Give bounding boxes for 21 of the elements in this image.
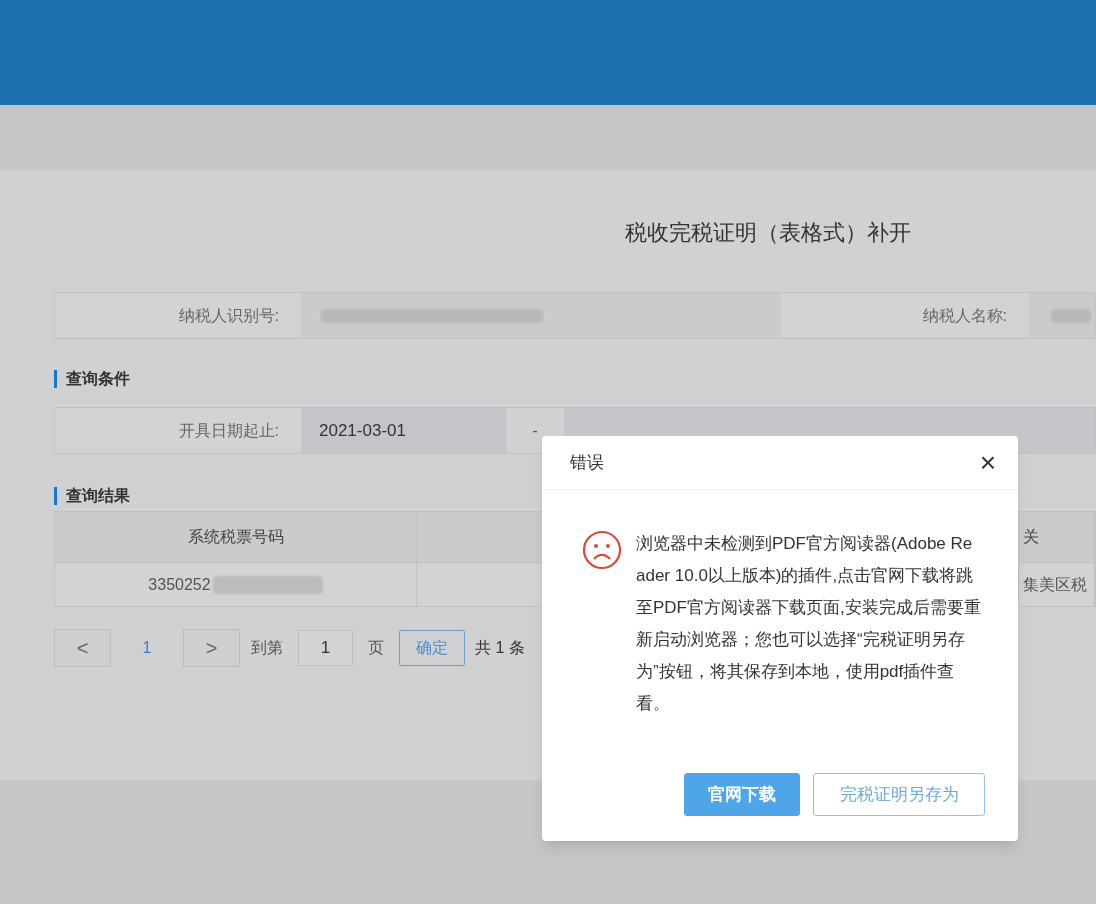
page-unit-label: 页 <box>368 638 384 658</box>
next-page-button[interactable]: > <box>183 629 240 667</box>
dialog-title: 错误 <box>570 451 604 474</box>
column-header: 关 <box>1023 527 1039 547</box>
page-number-link[interactable]: 1 <box>111 636 183 660</box>
column-header: 系统税票号码 <box>187 527 284 547</box>
section-heading: 查询条件 <box>66 369 130 389</box>
total-count: 共 1 条 <box>475 638 525 658</box>
save-as-button[interactable]: 完税证明另存为 <box>813 773 985 816</box>
page-title: 税收完税证明（表格式）补开 <box>625 219 911 247</box>
close-button[interactable]: × <box>979 448 996 477</box>
download-button[interactable]: 官网下载 <box>684 773 800 816</box>
previous-page-button[interactable]: < <box>54 629 111 667</box>
section-heading: 查询结果 <box>66 486 130 506</box>
table-cell-text: 集美区税 <box>1023 574 1087 595</box>
error-message: 浏览器中未检测到PDF官方阅读器(Adobe Reader 10.0以上版本)的插件,点击官网下载将跳至PDF官方阅读器下载页面,安装完成后需要重新启动浏览器；您也可以选择“完税证明另存为”按钮，将其保存到本地，使用pdf插件查看。 <box>636 533 981 715</box>
confirm-button[interactable]: 确定 <box>399 630 465 666</box>
goto-label: 到第 <box>251 638 283 658</box>
page-input[interactable]: 1 <box>298 630 353 666</box>
sad-face-icon <box>582 530 622 570</box>
table-cell-text: 3350252 <box>148 574 211 595</box>
